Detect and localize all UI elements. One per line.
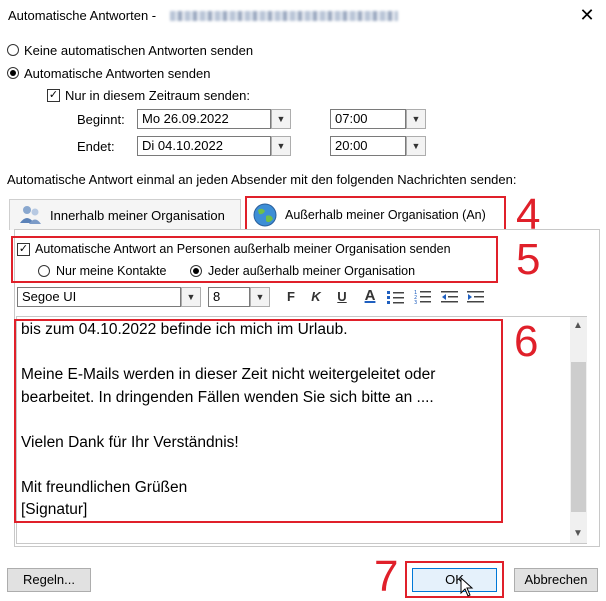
redacted-email	[170, 11, 398, 21]
timeframe-label: Nur in diesem Zeitraum senden:	[65, 88, 250, 103]
tab-inside-organization[interactable]: Innerhalb meiner Organisation	[9, 199, 241, 230]
cancel-button[interactable]: Abbrechen	[514, 568, 598, 592]
end-time-field[interactable]: 20:00	[330, 136, 406, 156]
numbered-list-icon[interactable]: 1 2 3	[414, 289, 432, 305]
start-date-dropdown[interactable]: ▼	[271, 109, 291, 129]
message-line: [Signatur]	[21, 501, 88, 518]
send-autoreply-radio[interactable]	[7, 67, 19, 79]
start-time-field[interactable]: 07:00	[330, 109, 406, 129]
end-time-dropdown[interactable]: ▼	[406, 136, 426, 156]
annotation-6: 6	[514, 317, 539, 366]
underline-button[interactable]: U	[331, 287, 353, 307]
message-body: bis zum 04.10.2022 befinde ich mich im U…	[21, 319, 435, 522]
everyone-outside-label: Jeder außerhalb meiner Organisation	[208, 264, 416, 278]
close-icon[interactable]: ✕	[575, 4, 599, 26]
chevron-down-icon: ▼	[255, 292, 265, 302]
outside-autoreply-label: Automatische Antwort an Personen außerha…	[35, 242, 451, 256]
font-color-button[interactable]: A	[359, 286, 381, 306]
globe-icon	[253, 203, 277, 227]
decrease-indent-icon[interactable]	[441, 290, 459, 304]
tab-outside-organization[interactable]: Außerhalb meiner Organisation (An)	[245, 196, 506, 232]
end-date-field[interactable]: Di 04.10.2022	[137, 136, 271, 156]
autoreply-description: Automatische Antwort einmal an jeden Abs…	[7, 172, 517, 187]
bold-button[interactable]: F	[280, 287, 302, 307]
mouse-cursor-icon	[460, 577, 474, 597]
start-date-field[interactable]: Mo 26.09.2022	[137, 109, 271, 129]
send-autoreply-label: Automatische Antworten senden	[24, 66, 211, 81]
chevron-down-icon: ▼	[276, 141, 286, 151]
font-size-field[interactable]: 8	[208, 287, 250, 307]
scroll-up-icon[interactable]: ▲	[573, 320, 583, 331]
end-date-dropdown[interactable]: ▼	[271, 136, 291, 156]
no-autoreply-label: Keine automatischen Antworten senden	[24, 43, 254, 58]
message-line: bis zum 04.10.2022 befinde ich mich im U…	[21, 321, 348, 338]
message-line	[21, 342, 435, 365]
message-line: Vielen Dank für Ihr Verständnis!	[21, 433, 239, 451]
message-line	[21, 454, 435, 477]
contacts-only-label: Nur meine Kontakte	[56, 264, 167, 278]
scroll-down-icon[interactable]: ▼	[573, 528, 583, 539]
end-label: Endet:	[77, 139, 115, 154]
message-line	[21, 409, 435, 432]
font-name-dropdown[interactable]: ▼	[181, 287, 201, 307]
rules-button[interactable]: Regeln...	[7, 568, 91, 592]
everyone-outside-radio[interactable]	[190, 265, 202, 277]
outside-autoreply-checkbox[interactable]: ✓	[17, 243, 30, 256]
start-time-dropdown[interactable]: ▼	[406, 109, 426, 129]
chevron-down-icon: ▼	[411, 114, 421, 124]
start-label: Beginnt:	[77, 112, 125, 127]
font-name-field[interactable]: Segoe UI	[17, 287, 181, 307]
message-line: Mit freundlichen Grüßen	[21, 478, 188, 496]
message-line: Meine E-Mails werden in dieser Zeit nich…	[21, 366, 436, 383]
font-size-dropdown[interactable]: ▼	[250, 287, 270, 307]
tab-outside-label: Außerhalb meiner Organisation (An)	[285, 208, 486, 222]
scrollbar-thumb[interactable]	[571, 362, 586, 512]
window-title: Automatische Antworten -	[8, 8, 157, 23]
annotation-7: 7	[374, 552, 399, 601]
no-autoreply-radio[interactable]	[7, 44, 19, 56]
chevron-down-icon: ▼	[186, 292, 196, 302]
timeframe-checkbox[interactable]: ✓	[47, 89, 60, 102]
chevron-down-icon: ▼	[276, 114, 286, 124]
chevron-down-icon: ▼	[411, 141, 421, 151]
svg-text:3: 3	[414, 300, 417, 305]
annotation-5: 5	[516, 235, 541, 284]
people-icon	[20, 206, 41, 224]
contacts-only-radio[interactable]	[38, 265, 50, 277]
italic-button[interactable]: K	[305, 287, 327, 307]
message-line: bearbeitet. In dringenden Fällen wenden …	[21, 388, 434, 406]
ok-button[interactable]: OK	[412, 568, 497, 592]
tab-inside-label: Innerhalb meiner Organisation	[50, 208, 225, 223]
bullet-list-icon[interactable]	[387, 290, 405, 304]
increase-indent-icon[interactable]	[467, 290, 485, 304]
